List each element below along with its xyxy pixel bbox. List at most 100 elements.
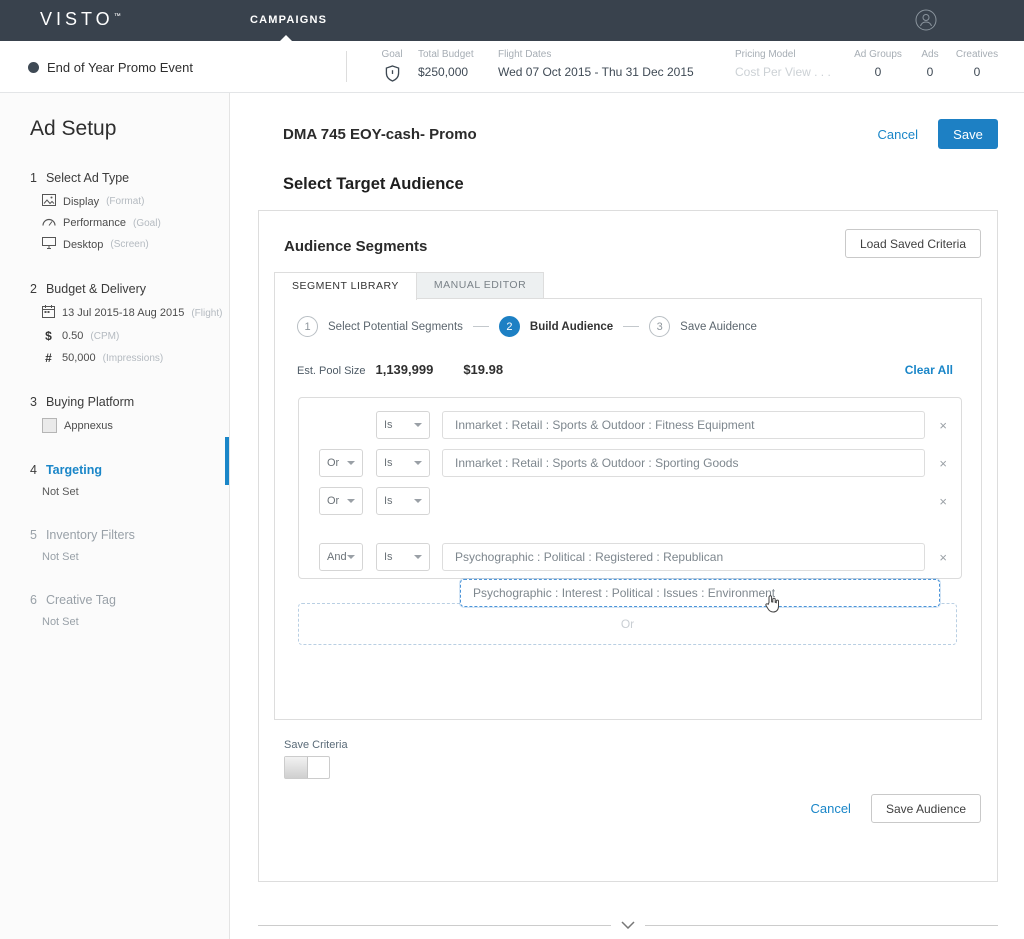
creatives-count: 0 — [973, 65, 981, 79]
segment-field-empty[interactable] — [442, 487, 926, 515]
stepper-label-3: Save Auidence — [680, 320, 757, 333]
stepper-step-1[interactable]: 1 — [297, 316, 318, 337]
operator-dropdown[interactable]: Is — [376, 543, 430, 571]
step-header-targeting[interactable]: 4 Targeting — [30, 463, 229, 477]
pool-size-row: Est. Pool Size 1,139,999 $19.98 Clear Al… — [297, 362, 953, 377]
stepper-divider — [623, 326, 640, 327]
remove-segment-button[interactable]: × — [939, 418, 947, 433]
save-audience-button[interactable]: Save Audience — [870, 794, 981, 823]
creatives-label: Creatives — [955, 49, 999, 60]
footer-cancel-link[interactable]: Cancel — [810, 801, 850, 816]
collapse-chevron-icon[interactable] — [611, 920, 645, 930]
cancel-link[interactable]: Cancel — [878, 127, 918, 142]
logo-text: VISTO — [40, 9, 114, 29]
stepper-step-2[interactable]: 2 — [498, 316, 520, 337]
chevron-down-icon — [347, 461, 355, 465]
item-suffix: (Flight) — [191, 307, 223, 319]
operator-value: Is — [384, 419, 393, 431]
load-saved-criteria-button[interactable]: Load Saved Criteria — [844, 229, 981, 258]
card-footer-actions: Cancel Save Audience — [810, 794, 981, 823]
stat-flight-dates: Flight Dates Wed 07 Oct 2015 - Thu 31 De… — [498, 49, 718, 79]
logo-trademark: ™ — [113, 13, 121, 20]
step-header-select-ad-type[interactable]: 1 Select Ad Type — [30, 171, 229, 185]
segment-field[interactable]: Psychographic : Political : Registered :… — [442, 543, 926, 571]
conjunction-dropdown[interactable]: Or — [319, 487, 363, 515]
item-text: 50,000 — [62, 352, 96, 364]
stepper-step-3[interactable]: 3 — [649, 316, 671, 337]
operator-dropdown[interactable]: Is — [376, 487, 430, 515]
pool-size-label: Est. Pool Size — [297, 365, 366, 377]
operator-dropdown[interactable]: Is — [376, 449, 430, 477]
step-header-inventory-filters[interactable]: 5 Inventory Filters — [30, 528, 229, 542]
sidebar-item-desktop: Desktop (Screen) — [42, 237, 229, 252]
stat-total-budget: Total Budget $250,000 — [418, 49, 500, 79]
dragged-segment[interactable]: Psychographic : Interest : Political : I… — [460, 579, 940, 607]
segment-drop-zone[interactable]: Or — [298, 603, 957, 645]
nav-item-campaigns[interactable]: CAMPAIGNS — [250, 14, 327, 26]
conjunction-dropdown[interactable]: Or — [319, 449, 363, 477]
item-text: Display — [63, 195, 100, 208]
top-nav-bar: VISTO™ CAMPAIGNS — [0, 0, 1024, 41]
campaign-status-dot — [28, 62, 39, 73]
segment-field[interactable]: Inmarket : Retail : Sports & Outdoor : S… — [442, 449, 926, 477]
sidebar-step-creative-tag: 6 Creative Tag Not Set — [30, 593, 229, 628]
hand-cursor-icon — [763, 594, 780, 618]
stat-ads: Ads 0 — [916, 49, 944, 79]
sidebar-step-targeting: 4 Targeting Not Set — [30, 463, 229, 498]
remove-segment-button[interactable]: × — [939, 494, 947, 509]
chevron-down-icon — [414, 555, 422, 559]
segment-row: Is Inmarket : Retail : Sports & Outdoor … — [319, 410, 947, 440]
sidebar-item-cpm: $ 0.50 (CPM) — [42, 329, 229, 343]
item-suffix: (CPM) — [90, 330, 120, 342]
step-number: 4 — [30, 463, 37, 477]
chevron-down-icon — [414, 423, 422, 427]
step-status: Not Set — [42, 616, 79, 628]
clear-all-link[interactable]: Clear All — [905, 363, 953, 377]
user-account-icon[interactable] — [915, 9, 937, 31]
active-step-indicator — [225, 437, 229, 485]
sidebar-item-appnexus: Appnexus — [42, 418, 229, 433]
conjunction-dropdown[interactable]: And — [319, 543, 363, 571]
sidebar-step-inventory-filters: 5 Inventory Filters Not Set — [30, 528, 229, 563]
segment-value: Inmarket : Retail : Sports & Outdoor : F… — [455, 418, 755, 432]
editor-tabs: SEGMENT LIBRARY MANUAL EDITOR — [274, 272, 545, 300]
item-text: 0.50 — [62, 330, 84, 342]
dollar-icon: $ — [45, 329, 52, 343]
remove-segment-button[interactable]: × — [939, 550, 947, 565]
remove-segment-button[interactable]: × — [939, 456, 947, 471]
step-header-budget-delivery[interactable]: 2 Budget & Delivery — [30, 282, 229, 296]
pricing-model-label: Pricing Model — [735, 49, 796, 60]
chevron-down-icon — [347, 555, 355, 559]
step-number: 6 — [30, 593, 37, 607]
checkbox-icon[interactable] — [42, 418, 57, 433]
operator-value: Is — [384, 495, 393, 507]
item-text: 13 Jul 2015-18 Aug 2015 — [62, 307, 185, 319]
monitor-icon — [42, 237, 56, 252]
stat-creatives: Creatives 0 — [948, 49, 1006, 79]
campaign-name: End of Year Promo Event — [47, 60, 193, 75]
step-label: Targeting — [45, 463, 102, 477]
step-label: Budget & Delivery — [45, 282, 147, 296]
save-criteria-toggle[interactable] — [284, 756, 330, 779]
save-button[interactable]: Save — [938, 119, 998, 149]
conjunction-value: Or — [327, 495, 340, 507]
step-number: 2 — [30, 282, 37, 296]
step-number: 3 — [30, 395, 37, 409]
ad-groups-label: Ad Groups — [854, 49, 902, 60]
goal-label: Goal — [381, 49, 403, 60]
item-suffix: (Goal) — [132, 217, 161, 229]
operator-dropdown[interactable]: Is — [376, 411, 430, 439]
save-criteria-label: Save Criteria — [284, 739, 348, 751]
tab-segment-library[interactable]: SEGMENT LIBRARY — [274, 272, 417, 300]
step-header-buying-platform[interactable]: 3 Buying Platform — [30, 395, 229, 409]
segment-field[interactable]: Inmarket : Retail : Sports & Outdoor : F… — [442, 411, 926, 439]
stat-pricing-model: Pricing Model Cost Per View . . . — [735, 49, 850, 79]
segment-library-panel: 1 Select Potential Segments 2 Build Audi… — [274, 298, 982, 720]
step-header-creative-tag[interactable]: 6 Creative Tag — [30, 593, 229, 607]
step-label: Buying Platform — [45, 395, 135, 409]
tab-manual-editor[interactable]: MANUAL EDITOR — [416, 272, 545, 299]
item-suffix: (Screen) — [110, 239, 149, 250]
segment-group-box: Is Inmarket : Retail : Sports & Outdoor … — [298, 397, 962, 579]
stepper-label-2: Build Audience — [529, 320, 614, 333]
calendar-icon — [42, 305, 55, 321]
